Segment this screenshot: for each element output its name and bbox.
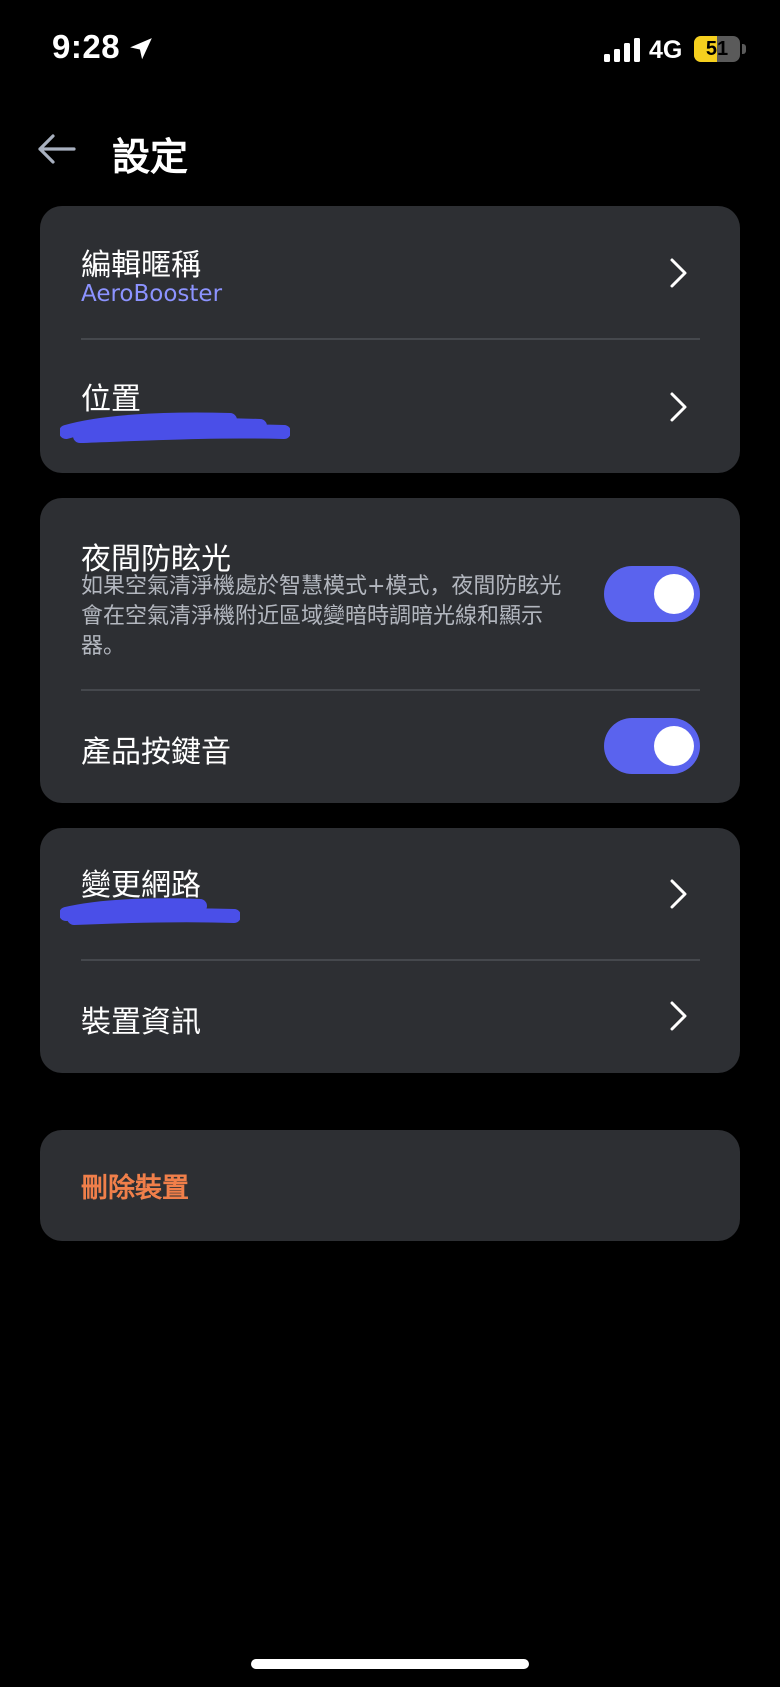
- edit-nickname-label: 編輯暱稱: [81, 248, 201, 283]
- chevron-right-icon: [670, 258, 687, 288]
- edit-nickname-row[interactable]: 編輯暱稱 AeroBooster: [40, 206, 740, 339]
- status-bar: 9:28 4G 51: [0, 0, 780, 100]
- arrow-left-icon[interactable]: [36, 132, 76, 166]
- home-indicator[interactable]: [251, 1659, 529, 1669]
- key-sound-label: 產品按鍵音: [81, 735, 231, 770]
- battery-icon: 51: [694, 36, 740, 62]
- night-glare-toggle[interactable]: [604, 566, 700, 622]
- key-sound-toggle[interactable]: [604, 718, 700, 774]
- change-network-row[interactable]: 變更網路: [40, 828, 740, 959]
- network-type-label: 4G: [649, 36, 683, 64]
- chevron-right-icon: [670, 1001, 687, 1031]
- device-card: 編輯暱稱 AeroBooster 位置: [40, 206, 740, 473]
- location-arrow-icon: [130, 38, 152, 60]
- redaction-scribble: [60, 412, 290, 443]
- night-glare-row: 夜間防眩光 如果空氣清淨機處於智慧模式+模式，夜間防眩光會在空氣清淨機附近區域變…: [40, 498, 740, 689]
- page-title: 設定: [112, 135, 189, 179]
- night-glare-description: 如果空氣清淨機處於智慧模式+模式，夜間防眩光會在空氣清淨機附近區域變暗時調暗光線…: [81, 574, 562, 659]
- redaction-scribble: [60, 898, 240, 925]
- toggle-knob: [654, 574, 694, 614]
- chevron-right-icon: [670, 879, 687, 909]
- delete-device-button[interactable]: 刪除裝置: [81, 1166, 189, 1205]
- chevron-right-icon: [670, 392, 687, 422]
- delete-device-card[interactable]: 刪除裝置: [40, 1130, 740, 1241]
- device-info-row[interactable]: 裝置資訊: [40, 961, 740, 1073]
- network-card: 變更網路 裝置資訊: [40, 828, 740, 1073]
- battery-tip: [742, 44, 746, 54]
- battery-percent: 51: [705, 38, 729, 60]
- settings-card: 夜間防眩光 如果空氣清淨機處於智慧模式+模式，夜間防眩光會在空氣清淨機附近區域變…: [40, 498, 740, 803]
- cellular-signal-icon: [604, 38, 640, 62]
- device-info-label: 裝置資訊: [81, 1005, 201, 1040]
- status-time: 9:28: [52, 28, 121, 65]
- location-row[interactable]: 位置: [40, 340, 740, 473]
- toggle-knob: [654, 726, 694, 766]
- nickname-value: AeroBooster: [81, 281, 223, 307]
- key-sound-row: 產品按鍵音: [40, 691, 740, 803]
